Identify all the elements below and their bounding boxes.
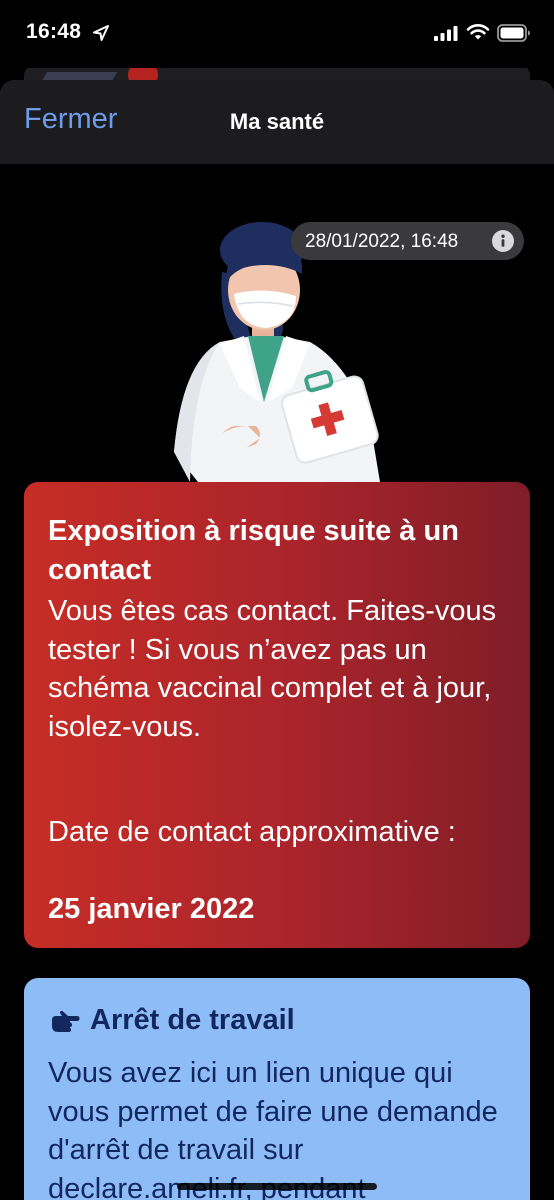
wifi-icon — [466, 24, 490, 40]
close-button[interactable]: Fermer — [24, 103, 117, 136]
exposure-alert-card: Exposition à risque suite à un contact V… — [24, 482, 530, 948]
screen: 16:48 Ma santé Fermer 28/01/2022, 16:48 … — [0, 0, 554, 1200]
timestamp-chip: 28/01/2022, 16:48 — [291, 222, 524, 260]
nav-bar: Ma santé Fermer — [0, 80, 554, 164]
battery-icon — [497, 24, 530, 42]
work-leave-card[interactable]: Arrêt de travail Vous avez ici un lien u… — [24, 978, 530, 1200]
contact-date-value: 25 janvier 2022 — [48, 893, 255, 925]
contact-date-label: Date de contact approximative : — [48, 816, 456, 848]
alert-body: Vous êtes cas contact. Faites-vous teste… — [48, 595, 497, 743]
home-indicator[interactable] — [177, 1183, 377, 1190]
status-bar: 16:48 — [0, 0, 554, 68]
work-leave-body: Vous avez ici un lien unique qui vous pe… — [48, 1057, 498, 1200]
timestamp-text: 28/01/2022, 16:48 — [305, 231, 459, 252]
cellular-signal-icon — [434, 26, 458, 41]
status-time: 16:48 — [26, 20, 82, 43]
pointing-hand-icon — [52, 1010, 80, 1032]
info-icon[interactable] — [492, 230, 514, 252]
work-leave-title: Arrêt de travail — [90, 1004, 295, 1036]
alert-title: Exposition à risque suite à un contact — [48, 515, 459, 586]
location-arrow-icon — [93, 25, 109, 41]
